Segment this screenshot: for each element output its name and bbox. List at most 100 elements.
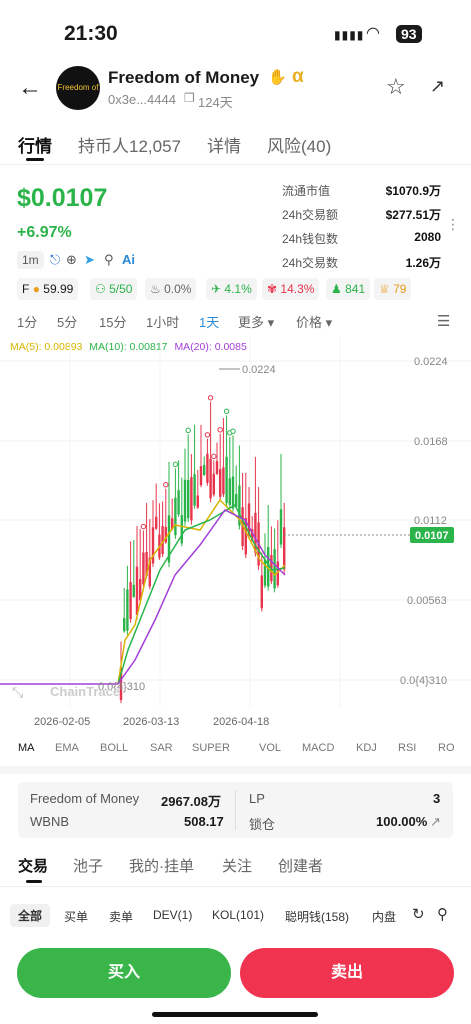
tf-1h[interactable]: 1小时: [146, 312, 179, 331]
trade-marker: [140, 523, 147, 530]
link-icon[interactable]: ⎋: [50, 252, 60, 268]
bundle-icon: ✾: [267, 282, 278, 296]
ind-ema[interactable]: EMA: [55, 742, 79, 754]
tf-1d[interactable]: 1天: [199, 312, 219, 331]
main-tabs: 行情 持币人12,057 详情 风险(40): [18, 132, 438, 156]
token-age: 124天: [198, 95, 233, 110]
stat-value: 2080: [414, 230, 441, 244]
interval-chip[interactable]: 1m: [17, 251, 44, 269]
tf-more[interactable]: 更多 ▾: [238, 312, 274, 331]
stat-label: 24h交易数: [282, 256, 339, 270]
tab-details[interactable]: 详情: [207, 132, 241, 157]
candle-body: [177, 490, 180, 515]
battery-indicator: 93: [396, 25, 422, 43]
tab-holders[interactable]: 持币人12,057: [78, 132, 181, 157]
chip-holders[interactable]: ⚇ 5/50: [90, 278, 138, 300]
more-vertical-icon[interactable]: ⋮: [446, 216, 460, 233]
ind-ma[interactable]: MA: [18, 742, 35, 754]
avatar-text: Freedom of Money: [57, 83, 99, 92]
candle-body: [225, 456, 228, 504]
chip-bundle[interactable]: ✾ 14.3%: [262, 278, 320, 300]
globe-icon[interactable]: ⊕: [66, 252, 77, 268]
chip-coin-icon: ●: [32, 282, 40, 296]
star-icon[interactable]: ☆: [386, 74, 406, 100]
sell-button[interactable]: 卖出: [240, 948, 454, 998]
candle-body: [222, 467, 225, 495]
ind-sar[interactable]: SAR: [150, 742, 173, 754]
copy-icon[interactable]: ❐: [184, 91, 195, 105]
ind-boll[interactable]: BOLL: [100, 742, 128, 754]
lock-label: 锁仓: [249, 817, 276, 832]
pool-base-amount: 508.17: [184, 814, 224, 829]
pool-info: Freedom of Money 2967.08万 WBNB 508.17 LP…: [18, 782, 453, 838]
price-toggle[interactable]: 价格 ▾: [296, 312, 332, 331]
share-icon[interactable]: ↗: [430, 76, 445, 97]
filter-smart[interactable]: 聪明钱(158): [285, 908, 349, 925]
chip-chef[interactable]: ♨ 0.0%: [145, 278, 197, 300]
buy-button[interactable]: 买入: [17, 948, 231, 998]
filter-sell[interactable]: 卖单: [109, 908, 133, 925]
tab-follow[interactable]: 关注: [222, 855, 252, 876]
telegram-icon[interactable]: ➤: [84, 252, 95, 268]
trade-marker: [230, 428, 236, 434]
settings-icon[interactable]: ☰: [437, 312, 450, 330]
status-time: 21:30: [64, 22, 118, 45]
money-bag-icon: ♟: [331, 282, 342, 296]
stat-label: 流通市值: [282, 184, 331, 198]
ind-super[interactable]: SUPER: [192, 742, 230, 754]
expand-icon[interactable]: ⤡: [12, 684, 23, 701]
chip-bags[interactable]: ♟ 841: [326, 278, 371, 300]
trade-marker: [217, 427, 223, 433]
candle-body: [283, 527, 286, 570]
tab-creator[interactable]: 创建者: [278, 855, 323, 876]
candle-body: [129, 582, 132, 619]
chip-trophy[interactable]: ♕ 79: [374, 278, 412, 300]
trade-marker: [204, 432, 211, 438]
back-arrow-icon[interactable]: ←: [18, 74, 42, 102]
candle-body: [155, 516, 158, 529]
filter-all[interactable]: 全部: [10, 904, 51, 927]
chip-label: F: [22, 282, 30, 296]
ind-kdj[interactable]: KDJ: [356, 742, 377, 754]
token-address[interactable]: 0x3e...4444: [108, 92, 176, 107]
price-chart[interactable]: 0.0224 0.0168 0.0112 0.00563 0.0{4}310 2…: [0, 336, 471, 726]
tf-1m[interactable]: 1分: [17, 312, 37, 331]
ai-icon[interactable]: Ai: [122, 252, 135, 267]
candle-body: [219, 469, 222, 497]
ind-macd[interactable]: MACD: [302, 742, 334, 754]
tab-pools[interactable]: 池子: [73, 855, 103, 876]
filter-buy[interactable]: 买单: [64, 908, 88, 925]
current-price: $0.0107: [17, 184, 108, 212]
candle-body: [196, 495, 199, 508]
chip-sniper[interactable]: ✈ 4.1%: [206, 278, 257, 300]
filter-kol[interactable]: KOL(101): [212, 908, 264, 922]
tab-risk[interactable]: 风险(40): [267, 132, 331, 157]
pool-token-amount: 2967.08万: [161, 794, 221, 809]
high-label: 0.0224: [242, 364, 276, 376]
filter-internal[interactable]: 内盘: [372, 908, 396, 925]
chip-fscore[interactable]: F ● 59.99: [17, 278, 79, 300]
candle-body: [183, 479, 187, 522]
filter-icon[interactable]: ⚲: [437, 905, 448, 923]
ind-vol[interactable]: VOL: [259, 742, 281, 754]
ind-rsi[interactable]: RSI: [398, 742, 416, 754]
tf-15m[interactable]: 15分: [99, 312, 126, 331]
tab-trades[interactable]: 交易: [18, 855, 48, 876]
tf-5m[interactable]: 5分: [57, 312, 77, 331]
refresh-icon[interactable]: ↻: [412, 905, 425, 923]
candle-body: [190, 477, 193, 521]
y-tick: 0.0{4}310: [400, 675, 447, 687]
trade-marker: [185, 427, 191, 434]
y-tick: 0.00563: [407, 595, 447, 607]
tab-market[interactable]: 行情: [18, 132, 52, 157]
chef-icon: ♨: [150, 282, 161, 296]
ind-ro[interactable]: RO: [438, 742, 455, 754]
chart-watermark: ChainTrace: [50, 684, 120, 699]
filter-dev[interactable]: DEV(1): [153, 908, 192, 922]
x-tick: 2026-03-13: [123, 716, 179, 726]
search-icon[interactable]: ⚲: [104, 252, 114, 268]
alpha-badge: α: [292, 66, 304, 87]
hand-icon: ✋: [268, 69, 287, 86]
external-link-icon[interactable]: ↗: [430, 814, 441, 830]
tab-my-orders[interactable]: 我的·挂单: [129, 855, 194, 876]
